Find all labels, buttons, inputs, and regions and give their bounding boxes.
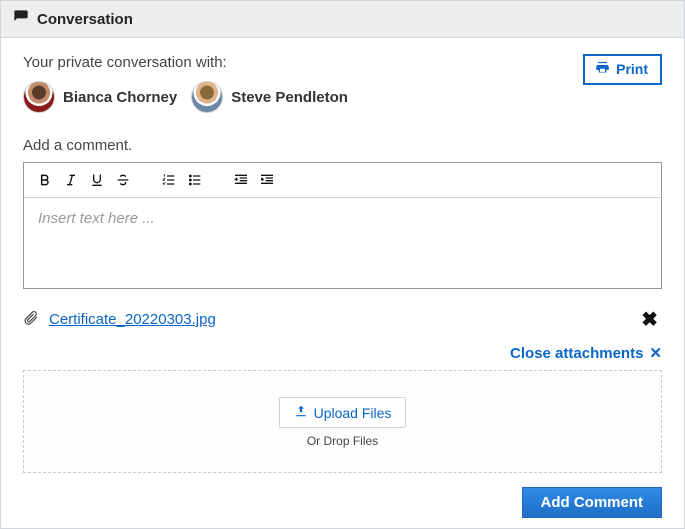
editor-textarea[interactable]: Insert text here ...	[24, 198, 661, 288]
editor-toolbar	[24, 163, 661, 198]
panel-body: Your private conversation with: Bianca C…	[1, 38, 684, 528]
drop-hint: Or Drop Files	[34, 434, 651, 448]
remove-attachment-button[interactable]: ✖	[637, 307, 662, 332]
top-row: Your private conversation with: Bianca C…	[23, 54, 662, 137]
rich-text-editor: Insert text here ...	[23, 162, 662, 289]
print-button[interactable]: Print	[583, 54, 662, 85]
conversation-panel: Conversation Your private conversation w…	[0, 0, 685, 529]
panel-title: Conversation	[37, 11, 133, 28]
close-attachments-label: Close attachments	[510, 345, 643, 362]
add-comment-label: Add a comment.	[23, 137, 662, 154]
ordered-list-button[interactable]	[158, 169, 180, 191]
attachment-filename-link[interactable]: Certificate_20220303.jpg	[49, 311, 216, 328]
toolbar-group-list	[158, 169, 206, 191]
indent-button[interactable]	[256, 169, 278, 191]
print-label: Print	[616, 61, 648, 77]
participants: Bianca Chorney Steve Pendleton	[23, 81, 348, 113]
avatar	[191, 81, 223, 113]
bold-button[interactable]	[34, 169, 56, 191]
footer-actions: Add Comment	[23, 487, 662, 518]
participant: Steve Pendleton	[191, 81, 348, 113]
attachment-left: Certificate_20220303.jpg	[23, 310, 216, 329]
outdent-button[interactable]	[230, 169, 252, 191]
speech-bubble-icon	[13, 9, 29, 29]
add-comment-button[interactable]: Add Comment	[522, 487, 663, 518]
close-attachments-button[interactable]: Close attachments ✕	[510, 344, 662, 362]
participant-name: Bianca Chorney	[63, 89, 177, 106]
upload-files-button[interactable]: Upload Files	[279, 397, 407, 428]
participant-name: Steve Pendleton	[231, 89, 348, 106]
conversation-intro-block: Your private conversation with: Bianca C…	[23, 54, 348, 137]
panel-header: Conversation	[1, 1, 684, 38]
close-icon: ✕	[649, 344, 662, 362]
participant: Bianca Chorney	[23, 81, 177, 113]
toolbar-group-indent	[230, 169, 278, 191]
conversation-intro: Your private conversation with:	[23, 54, 348, 71]
toolbar-group-text	[34, 169, 134, 191]
paperclip-icon	[23, 310, 39, 329]
print-icon	[595, 60, 610, 78]
italic-button[interactable]	[60, 169, 82, 191]
file-dropzone[interactable]: Upload Files Or Drop Files	[23, 370, 662, 473]
upload-icon	[294, 404, 308, 421]
unordered-list-button[interactable]	[184, 169, 206, 191]
underline-button[interactable]	[86, 169, 108, 191]
strikethrough-button[interactable]	[112, 169, 134, 191]
attachment-row: Certificate_20220303.jpg ✖	[23, 307, 662, 332]
avatar	[23, 81, 55, 113]
close-attachments-row: Close attachments ✕	[23, 344, 662, 362]
upload-label: Upload Files	[314, 405, 392, 421]
